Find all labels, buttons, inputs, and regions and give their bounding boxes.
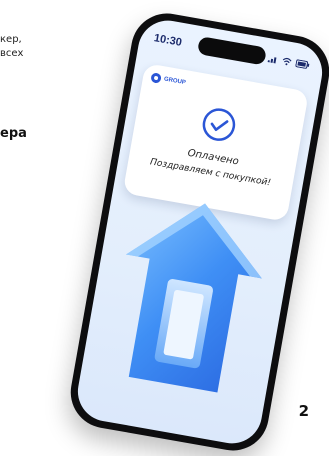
house-icon bbox=[125, 203, 262, 393]
brand-logo-icon bbox=[150, 72, 162, 84]
text-fragment-1: кер, bbox=[0, 34, 22, 45]
status-icons bbox=[267, 54, 311, 69]
text-fragment-2: всех bbox=[0, 48, 24, 59]
signal-icon bbox=[267, 57, 277, 64]
brand-logo: GROUP bbox=[150, 72, 186, 88]
phone-mockup: 10:30 GROUP Оплачено Поздравляем с покуп… bbox=[65, 7, 329, 456]
status-time: 10:30 bbox=[152, 32, 183, 49]
check-circle-icon bbox=[202, 108, 236, 141]
wifi-icon bbox=[282, 57, 292, 66]
battery-icon bbox=[295, 59, 310, 69]
page-number: 2 bbox=[298, 402, 309, 420]
text-fragment-3: ера bbox=[0, 126, 27, 141]
phone-frame: 10:30 GROUP Оплачено Поздравляем с покуп… bbox=[65, 7, 329, 456]
left-text-fragments: кер, всех ера bbox=[0, 0, 90, 180]
status-bar: 10:30 bbox=[153, 30, 311, 73]
brand-name: GROUP bbox=[163, 76, 187, 87]
phone-screen: 10:30 GROUP Оплачено Поздравляем с покуп… bbox=[73, 15, 327, 449]
